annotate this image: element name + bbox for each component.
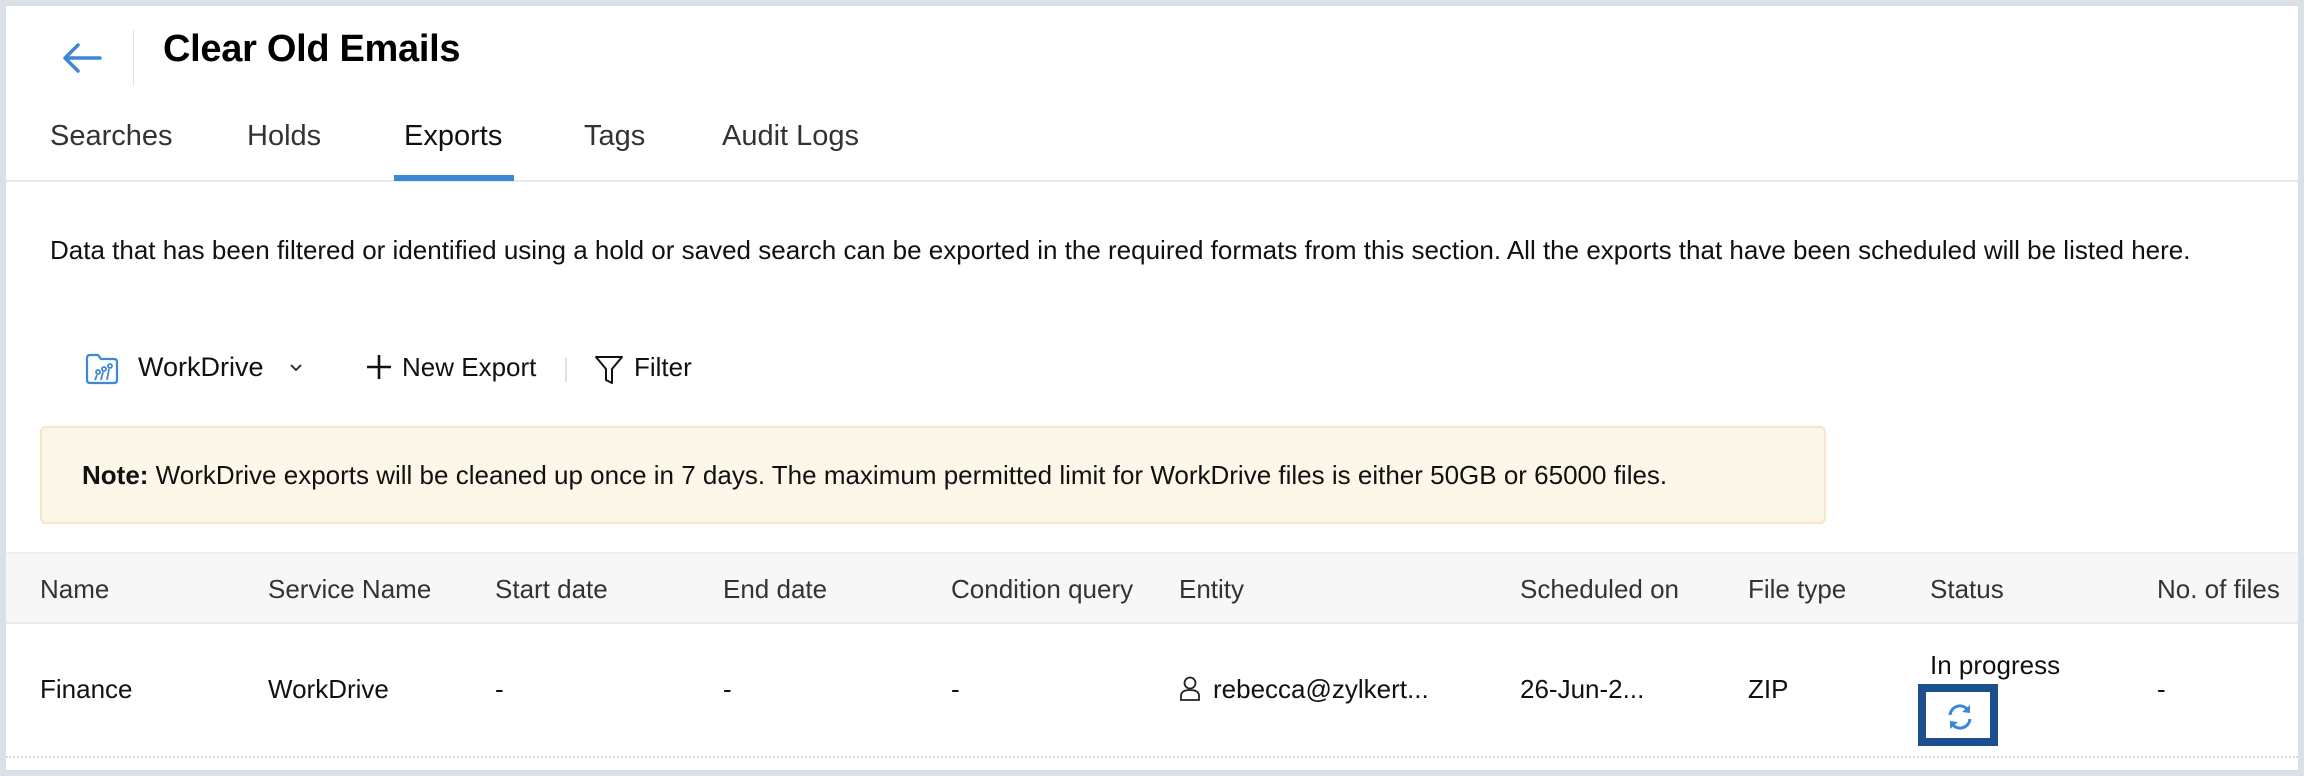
filter-icon[interactable] (594, 354, 624, 386)
back-button[interactable] (58, 38, 106, 78)
exports-page: Clear Old Emails Searches Holds Exports … (6, 6, 2298, 770)
section-description: Data that has been filtered or identifie… (50, 235, 2191, 265)
cell-scheduled-on: 26-Jun-2... (1520, 674, 1645, 704)
new-export-button[interactable]: New Export (402, 352, 536, 383)
plus-icon[interactable] (364, 352, 394, 382)
column-header-start-date[interactable]: Start date (495, 574, 695, 605)
cell-service-name: WorkDrive (268, 674, 389, 704)
toolbar-separator (565, 358, 567, 382)
chevron-down-icon[interactable] (288, 360, 304, 374)
tab-exports[interactable]: Exports (404, 120, 502, 153)
workdrive-folder-icon (84, 352, 120, 386)
entity-email: rebecca@zylkert... (1213, 674, 1429, 704)
column-header-service-name[interactable]: Service Name (268, 574, 468, 605)
active-tab-indicator (394, 175, 514, 181)
column-header-condition-query[interactable]: Condition query (951, 574, 1139, 605)
column-header-file-type[interactable]: File type (1748, 574, 1918, 605)
cell-start-date: - (495, 674, 504, 704)
column-header-name[interactable]: Name (40, 574, 240, 605)
workspace-dropdown[interactable]: WorkDrive (138, 352, 264, 383)
table-header: Name Service Name Start date End date Co… (6, 552, 2298, 624)
column-header-status[interactable]: Status (1930, 574, 2130, 605)
tab-tags[interactable]: Tags (584, 120, 645, 153)
tabs-divider (6, 180, 2298, 182)
note-banner: Note: WorkDrive exports will be cleaned … (40, 426, 1826, 524)
cell-file-type: ZIP (1748, 674, 1789, 704)
column-header-no-of-files[interactable]: No. of files (2157, 574, 2298, 605)
tab-audit-logs[interactable]: Audit Logs (722, 120, 859, 153)
table-row[interactable]: Finance WorkDrive - - - rebecca@zylkert.… (6, 624, 2298, 758)
refresh-icon (1948, 704, 1972, 730)
note-prefix: Note: (82, 460, 149, 490)
page-title: Clear Old Emails (163, 28, 461, 70)
arrow-left-icon (63, 43, 102, 73)
header-divider (133, 30, 134, 86)
refresh-status-button[interactable] (1918, 684, 1998, 746)
note-text: Note: WorkDrive exports will be cleaned … (82, 460, 1667, 491)
filter-button[interactable]: Filter (634, 352, 692, 383)
tab-holds[interactable]: Holds (247, 120, 321, 153)
tab-searches[interactable]: Searches (50, 120, 173, 153)
column-header-scheduled-on[interactable]: Scheduled on (1520, 574, 1720, 605)
cell-status: In progress (1930, 650, 2061, 680)
cell-entity: rebecca@zylkert... (1179, 674, 1429, 705)
cell-name[interactable]: Finance (40, 674, 133, 705)
note-body: WorkDrive exports will be cleaned up onc… (148, 460, 1668, 490)
column-header-end-date[interactable]: End date (723, 574, 923, 605)
user-icon (1179, 675, 1201, 701)
cell-condition-query: - (951, 674, 960, 704)
cell-no-of-files: - (2157, 674, 2166, 704)
cell-end-date: - (723, 674, 732, 704)
column-header-entity[interactable]: Entity (1179, 574, 1479, 605)
